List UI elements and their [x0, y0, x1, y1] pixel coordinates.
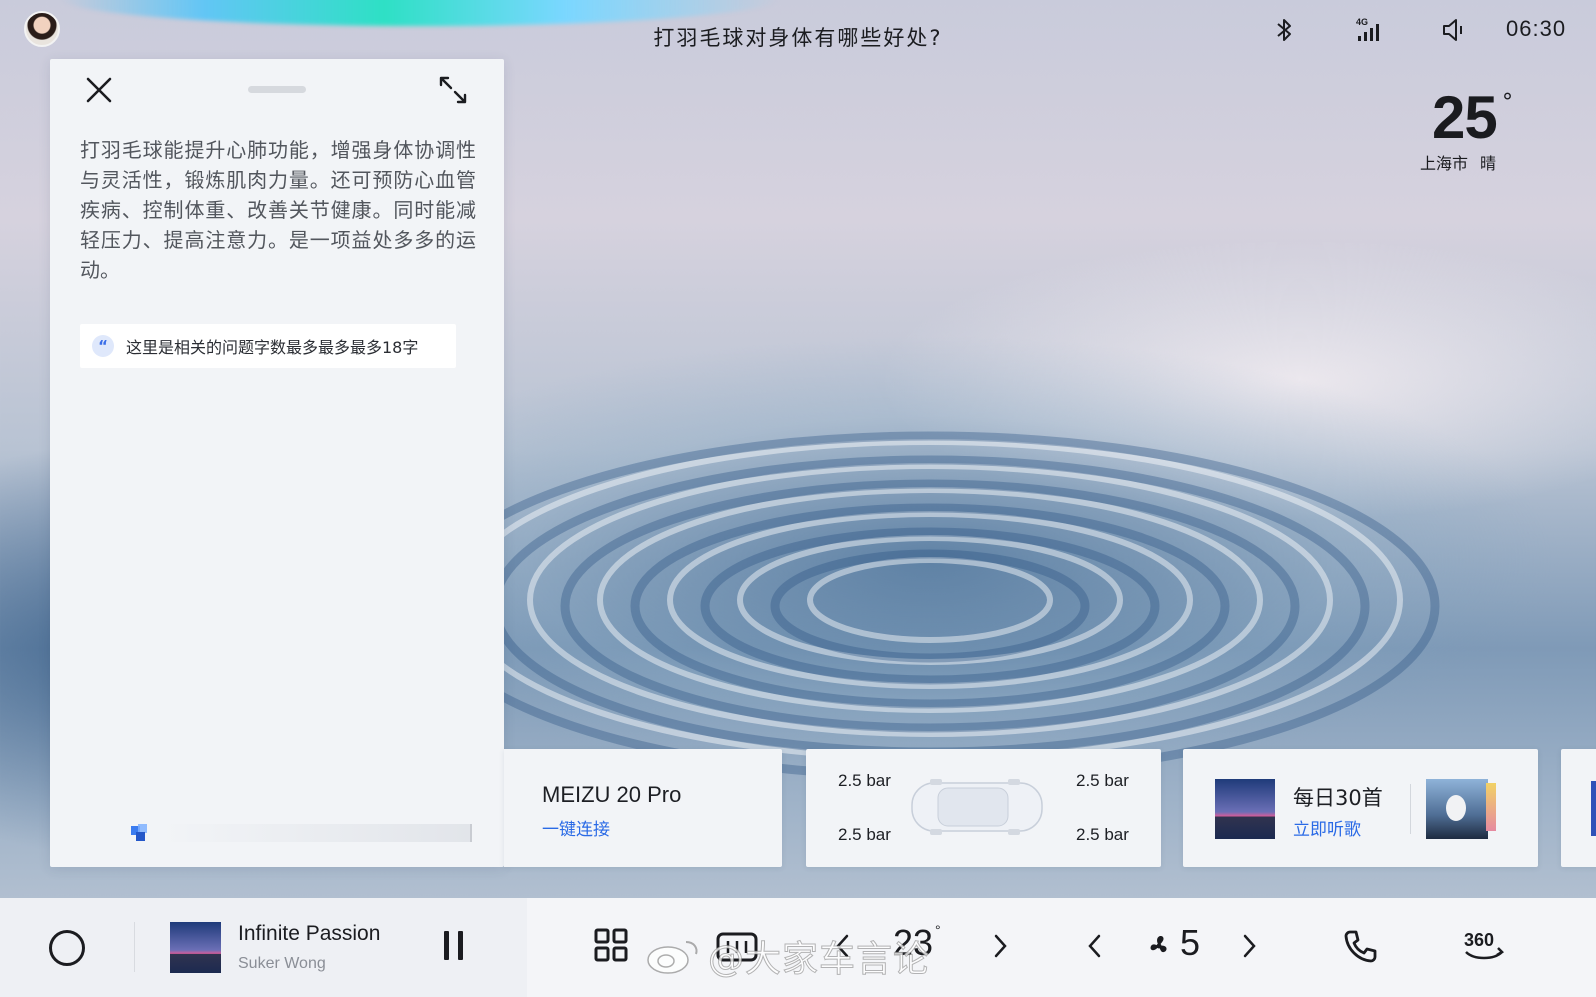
- volume-icon[interactable]: [1440, 16, 1468, 44]
- drag-handle[interactable]: [248, 86, 306, 93]
- assistant-panel: 打羽毛球能提升心肺功能，增强身体协调性与灵活性，锻炼肌肉力量。还可预防心血管疾病…: [50, 59, 504, 867]
- listening-indicator: [160, 824, 472, 842]
- fan-speed-value: 5: [1180, 922, 1201, 963]
- signal-4g-icon: 4G: [1356, 17, 1379, 41]
- daily-music-card[interactable]: 每日30首 立即听歌: [1183, 749, 1538, 867]
- weather-city: 上海市: [1420, 154, 1469, 173]
- quote-icon: “: [92, 335, 114, 357]
- tire-rear-left: 2.5 bar: [838, 825, 891, 844]
- tire-pressure-card[interactable]: 2.5 bar 2.5 bar 2.5 bar 2.5 bar: [806, 749, 1161, 867]
- next-card-peek[interactable]: [1561, 749, 1596, 867]
- phone-connect-link[interactable]: 一键连接: [542, 815, 610, 840]
- expand-icon[interactable]: [436, 73, 470, 107]
- temp-increase-icon[interactable]: [987, 926, 1013, 966]
- now-playing-title: Infinite Passion: [238, 922, 381, 945]
- fan-decrease-icon[interactable]: [1082, 926, 1108, 966]
- fan-increase-icon[interactable]: [1236, 926, 1262, 966]
- phone-connect-card[interactable]: MEIZU 20 Pro 一键连接: [504, 749, 782, 867]
- watermark-text: @大家车言论: [707, 939, 931, 981]
- signal-4g-label: 4G: [1356, 17, 1368, 27]
- fan-icon: [1150, 936, 1167, 953]
- related-question-chip[interactable]: “ 这里是相关的问题字数最多最多最多18字: [80, 324, 456, 368]
- home-button[interactable]: [49, 930, 85, 966]
- music-listen-link[interactable]: 立即听歌: [1293, 815, 1361, 840]
- assistant-answer: 打羽毛球能提升心肺功能，增强身体协调性与灵活性，锻炼肌肉力量。还可预防心血管疾病…: [80, 138, 476, 282]
- assistant-input-row[interactable]: [130, 822, 472, 844]
- music-cover-art: [1215, 779, 1275, 839]
- tire-front-left: 2.5 bar: [838, 771, 891, 790]
- related-question-text: 这里是相关的问题字数最多最多最多18字: [126, 338, 419, 357]
- camera-360-label: 360: [1464, 930, 1494, 950]
- music-divider: [1410, 784, 1411, 834]
- artist-photo[interactable]: [1426, 779, 1496, 839]
- camera-360-icon[interactable]: 360: [1460, 926, 1508, 966]
- weather-widget[interactable]: 25 ° 上海市 晴: [1410, 86, 1520, 174]
- assistant-logo-icon: [131, 824, 147, 841]
- weather-condition: 晴: [1480, 154, 1497, 173]
- weather-degree: °: [1502, 90, 1513, 115]
- bluetooth-icon[interactable]: [1270, 16, 1298, 44]
- phone-icon[interactable]: [1340, 926, 1380, 966]
- phone-device-name: MEIZU 20 Pro: [542, 782, 682, 807]
- now-playing-artist: Suker Wong: [238, 955, 326, 972]
- app-grid-icon[interactable]: [592, 926, 632, 966]
- tire-rear-right: 2.5 bar: [1076, 825, 1129, 844]
- weibo-logo-icon: [647, 941, 698, 974]
- close-icon[interactable]: [82, 73, 116, 107]
- tire-front-right: 2.5 bar: [1076, 771, 1129, 790]
- now-playing-cover[interactable]: [170, 922, 221, 973]
- climate-temperature-unit: °: [935, 922, 941, 938]
- car-top-view-icon: [911, 779, 1043, 835]
- dock-divider: [134, 922, 135, 972]
- watermark: @大家车言论: [644, 930, 930, 982]
- music-card-title: 每日30首: [1293, 786, 1383, 810]
- clock: 06:30: [1506, 16, 1567, 41]
- pause-button[interactable]: [441, 931, 467, 963]
